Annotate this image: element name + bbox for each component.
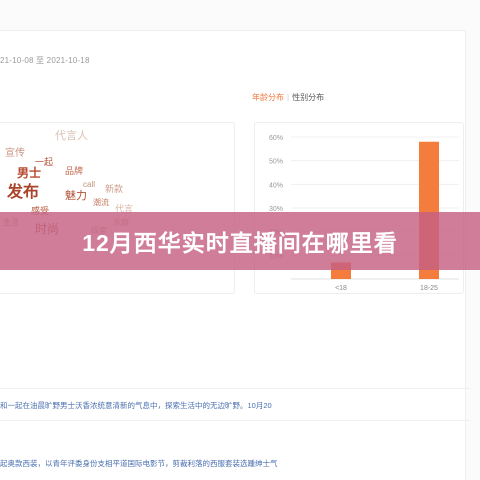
y-tick-label: 60% xyxy=(269,135,283,142)
banner-title: 12月西华实时直播间在哪里看 xyxy=(82,230,398,256)
cloud-word: 宣传 xyxy=(5,148,25,159)
x-tick-label: <18 xyxy=(335,285,347,292)
tab-separator: | xyxy=(287,93,290,102)
date-range-label: 21-10-08 至 2021-10-18 xyxy=(0,56,90,65)
title-banner: 12月西华实时直播间在哪里看 xyxy=(0,212,480,270)
feed-item[interactable]: 起奥款西装，以青年评委身份支相平道国际电影节，剪裁利落的西服套装选踵绅士气 xyxy=(0,458,278,469)
cloud-word: 魅力 xyxy=(65,190,87,202)
x-tick-label: 18-25 xyxy=(420,285,438,292)
cloud-word: 潮流 xyxy=(93,198,109,207)
tab-gender-distribution[interactable]: 性别分布 xyxy=(292,93,324,102)
cloud-word: 品牌 xyxy=(65,166,84,176)
distribution-tabs: 年龄分布 | 性别分布 xyxy=(252,92,324,103)
cloud-word: 男士 xyxy=(17,166,42,180)
cloud-word: call xyxy=(83,180,96,189)
feed-divider xyxy=(0,388,470,389)
cloud-word: 发布 xyxy=(7,184,40,201)
feed-item[interactable]: 和一起在油晨旷野男士沃香浓统意清新的气息中，探索生活中的无边旷野。10月20 xyxy=(0,400,272,411)
tab-age-distribution[interactable]: 年龄分布 xyxy=(252,93,284,102)
y-tick-label: 50% xyxy=(269,159,283,166)
cloud-word: 新款 xyxy=(105,184,124,194)
y-tick-label: 40% xyxy=(269,182,283,189)
feed-divider xyxy=(0,420,470,421)
cloud-word: 代言人 xyxy=(55,130,88,142)
